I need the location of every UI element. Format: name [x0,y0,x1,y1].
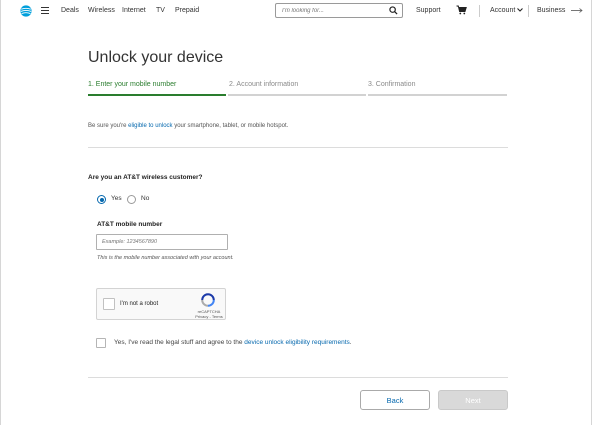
eligible-to-unlock-link[interactable]: eligible to unlock [128,123,172,129]
back-button[interactable]: Back [360,390,430,410]
intro-prefix: Be sure you're [88,123,129,129]
arrow-right-icon [571,7,583,13]
chevron-down-icon [517,8,524,12]
step-progress-bar-3 [368,94,507,96]
next-button[interactable]: Next [438,390,508,410]
radio-yes-label[interactable]: Yes [111,195,122,202]
recaptcha-widget: I'm not a robot reCAPTCHA Privacy - Term… [96,288,226,320]
nav-deals[interactable]: Deals [61,7,79,14]
nav-internet[interactable]: Internet [122,7,146,14]
mobile-number-label: AT&T mobile number [97,221,163,228]
nav-tv[interactable]: TV [156,7,165,14]
intro-suffix: your smartphone, tablet, or mobile hotsp… [172,123,289,129]
cart-icon[interactable] [456,5,467,15]
recaptcha-checkbox[interactable] [103,298,115,310]
customer-question: Are you an AT&T wireless customer? [88,174,203,181]
intro-text: Be sure you're eligible to unlock your s… [88,123,288,129]
search-icon[interactable] [389,6,398,15]
step-progress-bar-2 [228,94,366,96]
menu-icon[interactable] [41,7,49,15]
recaptcha-brand: reCAPTCHA Privacy - Terms [194,309,224,319]
divider [88,377,508,378]
divider [88,147,508,148]
agree-prefix: Yes, I've read the legal stuff and agree… [114,339,245,346]
att-globe-logo-icon[interactable] [20,5,32,17]
recaptcha-privacy-terms-link[interactable]: Privacy - Terms [194,314,224,319]
header-divider [528,5,529,17]
step-progress-bar-1 [88,94,226,96]
agree-suffix: . [349,339,352,346]
mobile-number-helper: This is the mobile number associated wit… [97,255,234,261]
nav-account[interactable]: Account [490,7,524,14]
page-title: Unlock your device [88,49,224,66]
search-input[interactable] [282,6,382,16]
nav-business-label: Business [537,7,566,14]
step-confirmation: 3. Confirmation [368,81,416,88]
radio-yes[interactable] [97,195,106,204]
search-box[interactable] [275,3,403,18]
header-divider [479,5,480,17]
recaptcha-label: I'm not a robot [120,301,159,307]
radio-no-label[interactable]: No [141,195,149,202]
nav-support[interactable]: Support [416,7,441,14]
mobile-number-input[interactable] [96,234,228,250]
nav-wireless[interactable]: Wireless [88,7,115,14]
global-header: Deals Wireless Internet TV Prepaid Suppo… [0,0,592,22]
agree-text: Yes, I've read the legal stuff and agree… [114,339,352,346]
nav-business[interactable]: Business [537,7,583,14]
step-account-information: 2. Account information [229,81,299,88]
radio-no[interactable] [127,195,136,204]
step-enter-number: 1. Enter your mobile number [88,81,177,88]
recaptcha-logo-icon [201,293,215,307]
nav-account-label: Account [490,7,516,14]
nav-prepaid[interactable]: Prepaid [175,7,199,14]
eligibility-requirements-link[interactable]: device unlock eligibility requirements [244,339,350,346]
agree-checkbox[interactable] [96,338,106,348]
